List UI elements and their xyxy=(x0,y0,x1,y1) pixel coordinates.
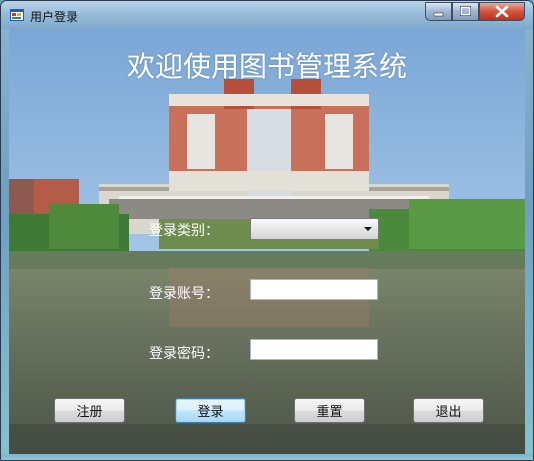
login-type-label: 登录类别： xyxy=(149,223,219,239)
password-input[interactable] xyxy=(250,339,378,360)
account-input[interactable] xyxy=(250,279,378,300)
register-button[interactable]: 注册 xyxy=(54,398,125,423)
window-title: 用户登录 xyxy=(30,10,79,24)
maximize-button[interactable] xyxy=(452,2,479,21)
minimize-button[interactable] xyxy=(425,2,452,21)
reset-button[interactable]: 重置 xyxy=(294,398,365,423)
client-area: 欢迎使用图书管理系统 登录类别： 登录账号： 登录密码： 注册 登录 重置 退出 xyxy=(9,29,525,454)
close-button[interactable] xyxy=(479,2,525,21)
maximize-icon xyxy=(460,5,471,16)
page-title: 欢迎使用图书管理系统 xyxy=(126,50,407,83)
password-label: 登录密码： xyxy=(149,346,219,362)
close-icon xyxy=(495,5,509,18)
login-type-select[interactable] xyxy=(250,218,379,240)
login-window: 用户登录 欢迎使用图书管理系统 登录类别： 登录账号： 登录密码： 注册 登录 … xyxy=(0,0,534,461)
campus-background-image xyxy=(9,29,525,454)
title-bar[interactable]: 用户登录 xyxy=(1,1,533,29)
window-bottom-border xyxy=(1,454,533,460)
chevron-down-icon[interactable] xyxy=(364,227,372,231)
account-label: 登录账号： xyxy=(149,286,219,302)
exit-button[interactable]: 退出 xyxy=(413,398,484,423)
login-button[interactable]: 登录 xyxy=(175,398,246,423)
minimize-icon xyxy=(433,12,444,17)
app-icon xyxy=(10,9,24,21)
